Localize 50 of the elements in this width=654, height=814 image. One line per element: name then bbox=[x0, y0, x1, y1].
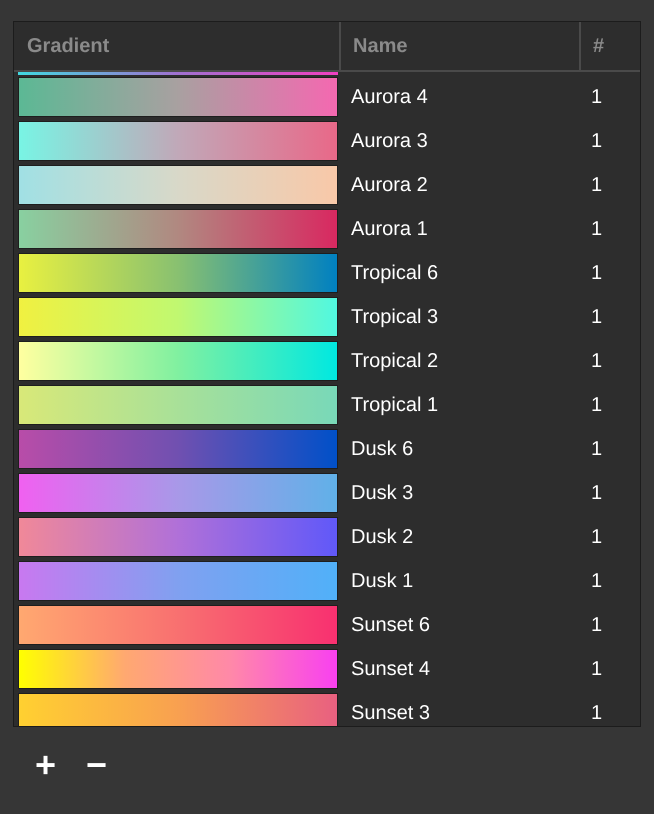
gradient-name: Tropical 2 bbox=[350, 349, 440, 374]
gradient-row[interactable]: Sunset 6 1 bbox=[14, 603, 640, 647]
gradient-count: 1 bbox=[590, 437, 604, 462]
gradient-count: 1 bbox=[590, 349, 604, 374]
gradient-count: 1 bbox=[590, 525, 604, 550]
gradient-name: Tropical 6 bbox=[350, 261, 440, 286]
gradient-row[interactable]: Sunset 3 1 bbox=[14, 691, 640, 726]
gradient-name: Aurora 1 bbox=[350, 217, 429, 242]
gradient-row[interactable]: Aurora 2 1 bbox=[14, 163, 640, 207]
gradient-row[interactable]: Tropical 2 1 bbox=[14, 339, 640, 383]
gradient-row[interactable]: Aurora 1 1 bbox=[14, 207, 640, 251]
gradient-row[interactable]: Dusk 2 1 bbox=[14, 515, 640, 559]
column-header[interactable]: Name bbox=[341, 22, 581, 70]
gradient-count: 1 bbox=[590, 129, 604, 154]
gradient-count: 1 bbox=[590, 261, 604, 286]
column-header[interactable]: # bbox=[581, 22, 640, 70]
gradient-count: 1 bbox=[590, 393, 604, 418]
gradient-row[interactable]: Dusk 3 1 bbox=[14, 471, 640, 515]
add-button[interactable]: + bbox=[31, 747, 60, 783]
gradient-count: 1 bbox=[590, 173, 604, 198]
column-header[interactable]: Gradient bbox=[14, 22, 341, 70]
gradient-count: 1 bbox=[590, 657, 604, 682]
remove-button[interactable]: − bbox=[82, 747, 112, 783]
gradient-name: Dusk 1 bbox=[350, 569, 414, 594]
gradient-count: 1 bbox=[590, 217, 604, 242]
gradient-count: 1 bbox=[590, 701, 604, 726]
gradient-row[interactable]: Dusk 6 1 bbox=[14, 427, 640, 471]
gradient-row[interactable]: Sunset 4 1 bbox=[14, 647, 640, 691]
gradient-name: Aurora 3 bbox=[350, 129, 429, 154]
gradient-row[interactable]: Dusk 1 1 bbox=[14, 559, 640, 603]
gradient-row[interactable]: Tropical 6 1 bbox=[14, 251, 640, 295]
gradient-name: Dusk 3 bbox=[350, 481, 414, 506]
gradient-count: 1 bbox=[590, 569, 604, 594]
gradient-row[interactable]: Aurora 3 1 bbox=[14, 119, 640, 163]
gradient-name: Sunset 3 bbox=[350, 701, 431, 726]
gradient-name: Aurora 4 bbox=[350, 85, 429, 110]
gradient-count: 1 bbox=[590, 613, 604, 638]
gradient-name: Dusk 2 bbox=[350, 525, 414, 550]
gradient-name: Sunset 6 bbox=[350, 613, 431, 638]
gradient-name: Aurora 2 bbox=[350, 173, 429, 198]
gradient-count: 1 bbox=[590, 305, 604, 330]
gradient-name: Sunset 4 bbox=[350, 657, 431, 682]
gradient-count: 1 bbox=[590, 481, 604, 506]
gradient-row[interactable]: Tropical 3 1 bbox=[14, 295, 640, 339]
gradient-name: Tropical 3 bbox=[350, 305, 440, 330]
gradient-name: Tropical 1 bbox=[350, 393, 440, 418]
gradient-count: 1 bbox=[590, 85, 604, 110]
gradient-row[interactable]: Tropical 1 1 bbox=[14, 383, 640, 427]
gradient-name: Dusk 6 bbox=[350, 437, 414, 462]
gradient-row[interactable]: Aurora 4 1 bbox=[14, 75, 640, 119]
